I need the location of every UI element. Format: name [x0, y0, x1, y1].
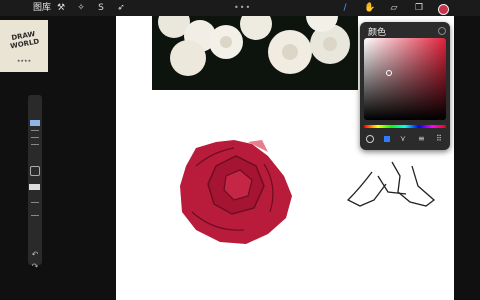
opacity-slider[interactable] [29, 184, 40, 190]
slider-mark [31, 202, 39, 203]
channel-logo: DRAW WORLD ★★★★ [0, 20, 48, 72]
color-picker-square[interactable] [364, 38, 446, 120]
slider-mark [31, 144, 39, 145]
more-dots-icon[interactable]: ••• [234, 3, 251, 12]
palettes-mode-icon[interactable]: ⠿ [436, 135, 444, 143]
modify-button[interactable] [30, 166, 40, 176]
undo-icon[interactable]: ↶ [29, 250, 41, 259]
slider-mark [31, 215, 39, 216]
classic-mode-icon[interactable] [384, 136, 390, 142]
brush-icon[interactable]: / [340, 3, 350, 13]
top-toolbar: 图库 ⚒ ✧ S ➶ ••• / ✋ ▱ ❐ [0, 0, 480, 16]
layers-icon[interactable]: ❐ [414, 3, 424, 13]
wrench-icon[interactable]: ⚒ [56, 3, 66, 13]
logo-text: DRAW WORLD [9, 30, 40, 51]
harmony-mode-icon[interactable]: ⋎ [400, 135, 408, 143]
slider-mark [31, 137, 39, 138]
transform-icon[interactable]: ➶ [116, 3, 126, 13]
red-rose-drawing [180, 140, 292, 244]
smudge-icon[interactable]: ✋ [364, 3, 375, 13]
magic-wand-icon[interactable]: ✧ [76, 3, 86, 13]
brush-size-slider[interactable] [30, 120, 40, 126]
color-swatch[interactable] [438, 4, 449, 15]
close-icon[interactable] [438, 27, 446, 35]
color-panel-title: 颜色 [368, 28, 387, 38]
picker-cursor[interactable] [386, 70, 392, 76]
hue-slider[interactable] [364, 125, 446, 128]
reference-photo [152, 16, 358, 90]
rose-sketch [346, 161, 436, 207]
selection-icon[interactable]: S [96, 3, 106, 13]
slider-mark [31, 130, 39, 131]
white-roses-image [158, 16, 350, 76]
value-mode-icon[interactable]: ≡ [418, 135, 426, 143]
eraser-icon[interactable]: ▱ [389, 3, 399, 13]
gallery-button[interactable]: 图库 [33, 2, 51, 14]
redo-icon[interactable]: ↷ [29, 262, 41, 271]
disc-mode-icon[interactable] [366, 135, 374, 143]
logo-sub: ★★★★ [16, 58, 32, 63]
